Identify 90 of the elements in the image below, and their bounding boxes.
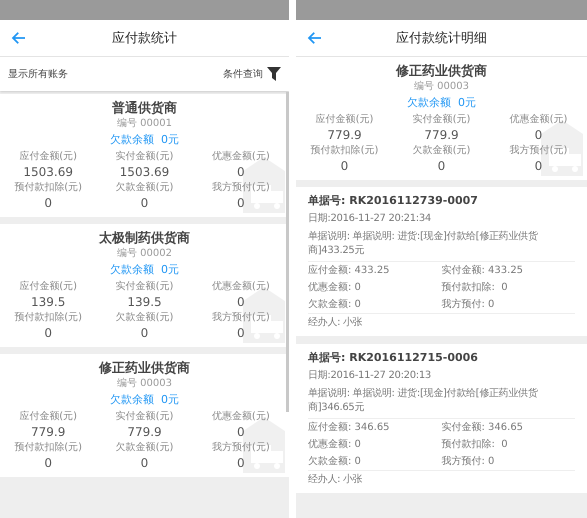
record-field: 我方预付: 0 [442,296,575,313]
stat-value: 779.9 [424,127,459,143]
record-field: 优惠金额: 0 [308,279,442,296]
stat-label: 实付金额(元) [116,150,174,164]
stat-value: 779.9 [30,424,66,440]
record-handler: 经办人: 小张 [308,472,364,487]
show-all-label[interactable]: 显示所有账务 [8,67,68,81]
stat-value: 1503.69 [120,164,170,180]
stat-label: 实付金额(元) [412,113,470,127]
record-field: 欠款金额: 0 [308,296,442,313]
screen-title: 应付款统计明细 [396,30,487,47]
stat-label: 预付款扣除(元) [14,181,82,195]
stat-value: 0 [534,127,542,143]
supplier-name: 修正药业供货商 [98,360,191,377]
stat-value: 0 [237,294,245,310]
record-field: 应付金额: 433.25 [308,262,442,279]
record-field: 优惠金额: 0 [308,436,442,453]
stat-value: 0 [237,325,245,341]
balance-text: 欠款余额 0元 [406,95,477,111]
record-field: 实付金额: 346.65 [442,419,575,436]
supplier-name: 普通供货商 [111,100,178,117]
stat-value: 779.9 [327,127,362,143]
record-field: 预付款扣除: 0 [442,436,575,453]
supplier-card[interactable]: 修正药业供货商 编号 00003 欠款余额 0元 应付金额(元) 779.9 实付金额(元) 779.9 优惠金额(元) 0 预付款扣除(元) 0 欠款金额(元) 0 我方预付(元) 0 [0,354,289,477]
record-date: 日期:2016-11-27 20:20:13 [308,368,432,383]
stat-label: 我方预付(元) [212,441,270,455]
stat-value: 0 [534,158,542,174]
stat-label: 欠款金额(元) [116,181,174,195]
stat-label: 预付款扣除(元) [310,144,378,158]
record-number: 单据号: RK2016112739-0007 [308,193,479,209]
stat-value: 0 [44,195,52,211]
supplier-card[interactable]: 普通供货商 编号 00001 欠款余额 0元 应付金额(元) 1503.69 实付金额(元) 1503.69 优惠金额(元) 0 预付款扣除(元) 0 欠款金额(元) 0 我方预付(元) 0 [0,94,289,217]
supplier-code: 编号 00003 [116,377,173,391]
record-description: 单据说明: 单据说明: 进货:[现金]付款给[修正药业供货商]346.65元 [308,385,575,419]
screen-title: 应付款统计 [112,30,177,47]
stat-label: 实付金额(元) [116,280,174,294]
stat-label: 预付款扣除(元) [14,311,82,325]
stat-label: 欠款金额(元) [412,144,470,158]
stat-value: 0 [140,325,148,341]
stat-value: 139.5 [127,294,162,310]
record-field: 我方预付: 0 [442,453,575,470]
record-date: 日期:2016-11-27 20:21:34 [308,212,432,226]
supplier-card[interactable]: 修正药业供货商 编号 00003 欠款余额 0元 应付金额(元) 779.9 实付金额(元) 779.9 优惠金额(元) 0 预付款扣除(元) 0 欠款金额(元) 0 我方预付(元) 0 [296,57,587,180]
stat-label: 欠款金额(元) [116,441,174,455]
stat-label: 优惠金额(元) [212,280,270,294]
stat-value: 139.5 [30,294,66,310]
record-field: 应付金额: 346.65 [308,419,442,436]
filter-query-button[interactable]: 条件查询 [223,67,281,81]
balance-text: 欠款余额 0元 [109,262,180,278]
stat-value: 0 [237,424,245,440]
supplier-name: 修正药业供货商 [394,63,488,80]
supplier-name: 太极制药供货商 [98,230,191,247]
stat-label: 应付金额(元) [19,410,78,424]
stat-label: 我方预付(元) [510,144,568,158]
stat-value: 0 [340,158,348,174]
supplier-card[interactable]: 太极制药供货商 编号 00002 欠款余额 0元 应付金额(元) 139.5 实付金额(元) 139.5 优惠金额(元) 0 预付款扣除(元) 0 欠款金额(元) 0 我方预付(元) 0 [0,224,289,347]
record-handler: 经办人: 小张 [308,316,364,330]
stat-value: 0 [140,195,148,211]
stat-value: 0 [140,455,148,471]
stat-value: 1503.69 [23,164,73,180]
stat-value: 0 [237,164,245,180]
stat-value: 779.9 [127,424,162,440]
record-field: 实付金额: 433.25 [442,262,575,279]
record-field: 预付款扣除: 0 [442,279,575,296]
stat-label: 欠款金额(元) [116,311,174,325]
scrollbar[interactable] [286,92,289,412]
record-number: 单据号: RK2016112715-0006 [308,350,479,366]
stat-value: 0 [44,325,52,341]
stat-label: 优惠金额(元) [212,150,270,164]
stat-label: 预付款扣除(元) [14,441,82,455]
stat-label: 我方预付(元) [212,311,270,325]
record-description: 单据说明: 单据说明: 进货:[现金]付款给[修正药业供货商]433.25元 [308,228,575,262]
balance-text: 欠款余额 0元 [109,392,180,408]
filter-icon [267,67,281,81]
stat-label: 优惠金额(元) [212,410,270,424]
supplier-code: 编号 00003 [413,80,470,94]
stat-value: 0 [237,455,245,471]
supplier-code: 编号 00001 [116,117,173,131]
stat-label: 应付金额(元) [19,150,78,164]
stat-label: 实付金额(元) [116,410,174,424]
balance-text: 欠款余额 0元 [109,132,180,148]
stat-label: 应付金额(元) [19,280,78,294]
supplier-code: 编号 00002 [116,247,173,261]
stat-value: 0 [44,455,52,471]
stat-label: 我方预付(元) [212,181,270,195]
stat-label: 优惠金额(元) [510,113,568,127]
record-field: 欠款金额: 0 [308,453,442,470]
stat-value: 0 [438,158,446,174]
stat-value: 0 [237,195,245,211]
stat-label: 应付金额(元) [316,113,374,127]
